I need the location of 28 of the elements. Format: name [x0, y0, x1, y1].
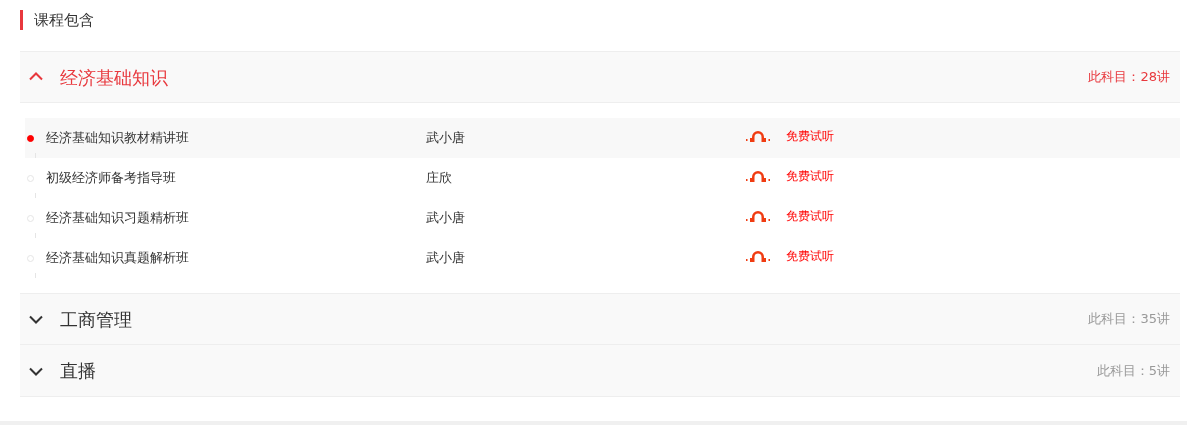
timeline-dot	[27, 134, 34, 142]
free-trial-link[interactable]: 免费试听	[786, 207, 834, 225]
subject-header[interactable]: 直播 此科目：5讲	[20, 345, 1180, 397]
free-trial-link[interactable]: 免费试听	[786, 127, 834, 145]
subject-header[interactable]: 经济基础知识 此科目：28讲	[20, 51, 1180, 103]
subject-title: 直播	[60, 359, 96, 383]
teacher-name: 武小唐	[426, 249, 466, 268]
free-trial-link[interactable]: 免费试听	[786, 247, 834, 265]
lesson-count: 此科目：5讲	[1096, 361, 1170, 380]
free-trial-link[interactable]: 免费试听	[786, 167, 834, 185]
course-name: 初级经济师备考指导班	[46, 169, 177, 188]
teacher-name: 武小唐	[426, 209, 466, 228]
subject-title: 工商管理	[60, 307, 132, 332]
subject-header[interactable]: 工商管理 此科目：35讲	[20, 293, 1180, 345]
headphones-icon	[746, 128, 770, 143]
subject-title: 经济基础知识	[60, 65, 168, 90]
headphones-icon	[746, 208, 770, 223]
course-name: 经济基础知识真题解析班	[46, 249, 190, 268]
course-name: 经济基础知识教材精讲班	[46, 129, 190, 148]
teacher-name: 武小唐	[426, 129, 466, 148]
teacher-name: 庄欣	[426, 169, 453, 188]
section-heading: 课程包含	[20, 10, 1180, 30]
lesson-row[interactable]: 经济基础知识教材精讲班 武小唐 免费试听	[25, 118, 1180, 158]
headphones-icon	[746, 248, 770, 263]
headphones-icon	[746, 168, 770, 183]
lesson-count: 此科目：35讲	[1088, 310, 1170, 329]
lesson-count: 此科目：28讲	[1088, 68, 1170, 87]
course-name: 经济基础知识习题精析班	[46, 209, 190, 228]
